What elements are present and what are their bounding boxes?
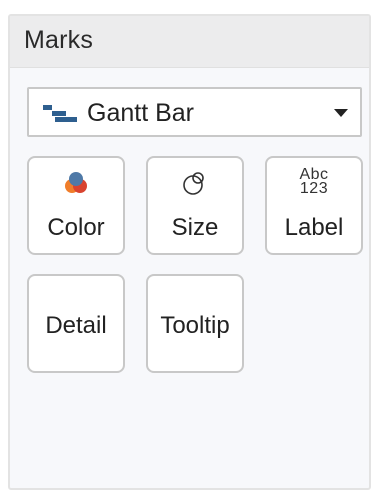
size-button[interactable]: Size	[146, 156, 244, 255]
label-label: Label	[284, 214, 344, 241]
detail-button[interactable]: Detail	[27, 274, 125, 373]
size-label: Size	[171, 214, 219, 241]
color-label: Color	[47, 214, 105, 241]
marks-header: Marks	[10, 16, 369, 68]
chevron-down-icon[interactable]	[334, 109, 348, 117]
tooltip-button[interactable]: Tooltip	[146, 274, 244, 373]
size-circles-icon	[183, 172, 204, 195]
color-palette-icon	[65, 172, 87, 193]
color-button[interactable]: Color	[27, 156, 125, 255]
marks-title: Marks	[24, 26, 94, 54]
gantt-bar-icon	[43, 105, 77, 122]
label-icon-123-text: 123	[299, 180, 329, 197]
tooltip-label: Tooltip	[160, 312, 230, 339]
mark-type-label: Gantt Bar	[87, 99, 194, 127]
mark-type-dropdown[interactable]: Gantt Bar	[27, 87, 362, 137]
detail-label: Detail	[45, 312, 107, 339]
label-button[interactable]: Abc 123 Label	[265, 156, 363, 255]
label-abc123-icon: Abc 123	[299, 167, 329, 197]
marks-card: Marks Gantt Bar Color Size Abc 123 Label…	[8, 14, 371, 490]
